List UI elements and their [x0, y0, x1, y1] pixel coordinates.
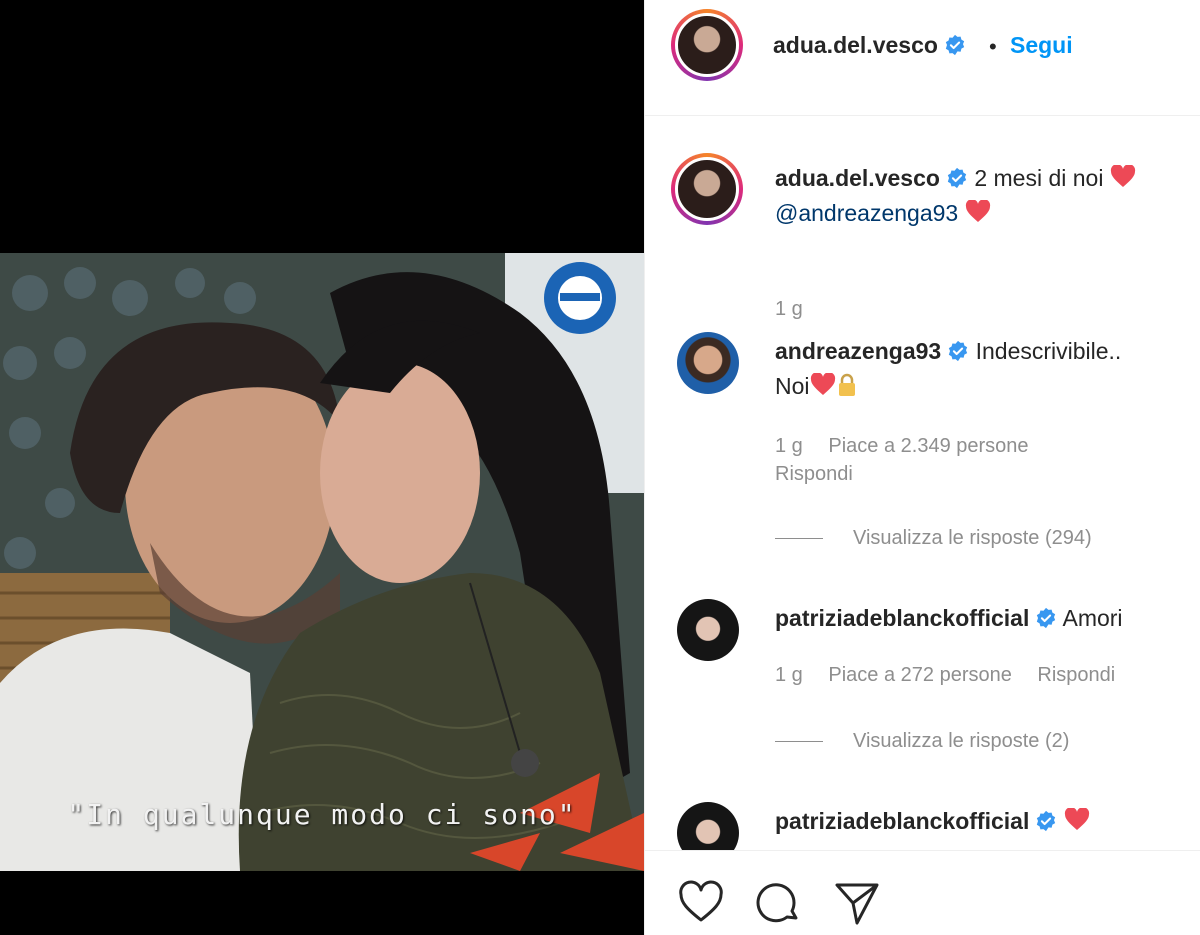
- comment-likes[interactable]: Piace a 272 persone: [828, 664, 1011, 686]
- comment-text: patriziadeblanckofficial: [775, 804, 1195, 839]
- replies-divider: [775, 741, 823, 743]
- comment-text: patriziadeblanckofficial Amori: [775, 605, 1123, 631]
- red-heart-icon: [1110, 165, 1135, 187]
- video-frame[interactable]: "In qualunque modo ci sono": [0, 253, 644, 871]
- view-replies-button[interactable]: Visualizza le risposte (2): [775, 730, 1069, 753]
- comment-avatar[interactable]: [677, 599, 739, 661]
- comment-icon[interactable]: [755, 879, 803, 927]
- avatar[interactable]: [671, 9, 743, 81]
- verified-icon: [947, 167, 967, 189]
- reply-button[interactable]: Rispondi: [1037, 664, 1115, 686]
- comment-time[interactable]: 1 g: [775, 664, 803, 686]
- lock-icon: [838, 373, 855, 396]
- view-replies-button[interactable]: Visualizza le risposte (294): [775, 527, 1092, 550]
- comment-text: andreazenga93 Indescrivibile.. Noi: [775, 338, 1122, 399]
- heart-icon[interactable]: [677, 879, 725, 927]
- comments-list[interactable]: adua.del.vesco 2 mesi di noi @andreazeng…: [645, 117, 1200, 850]
- separator-dot: •: [989, 34, 997, 59]
- reply-button[interactable]: Rispondi: [775, 463, 853, 485]
- share-icon[interactable]: [833, 879, 881, 927]
- mention-link[interactable]: @andreazenga93: [775, 200, 958, 226]
- post-header: adua.del.vesco • Segui: [645, 0, 1200, 116]
- caption-text: adua.del.vesco 2 mesi di noi @andreazeng…: [775, 161, 1185, 231]
- comment-meta: 1 g Piace a 2.349 persone Rispondi: [775, 432, 1175, 488]
- verified-icon: [945, 34, 965, 56]
- comment-username[interactable]: andreazenga93: [775, 338, 941, 364]
- caption-username[interactable]: adua.del.vesco: [775, 165, 940, 191]
- caption-avatar[interactable]: [671, 153, 743, 225]
- comment-time[interactable]: 1 g: [775, 435, 803, 457]
- red-heart-icon: [1064, 808, 1089, 830]
- video-subtitle: "In qualunque modo ci sono": [67, 798, 577, 831]
- caption-time[interactable]: 1 g: [775, 298, 803, 320]
- comment-avatar[interactable]: [677, 802, 739, 850]
- post-media[interactable]: "In qualunque modo ci sono": [0, 0, 644, 935]
- comment-likes[interactable]: Piace a 2.349 persone: [828, 435, 1028, 457]
- post-side-panel: adua.del.vesco • Segui adua.del.vesco 2 …: [644, 0, 1200, 935]
- replies-divider: [775, 538, 823, 540]
- comment-username[interactable]: patriziadeblanckofficial: [775, 605, 1029, 631]
- follow-button[interactable]: Segui: [1010, 32, 1073, 59]
- caption-meta: 1 g: [775, 295, 823, 323]
- comment-avatar[interactable]: [677, 332, 739, 394]
- verified-icon: [1037, 607, 1056, 629]
- video-still: [0, 253, 644, 871]
- red-heart-icon: [965, 200, 990, 222]
- comment-username[interactable]: patriziadeblanckofficial: [775, 808, 1029, 834]
- action-bar: [645, 850, 1200, 935]
- verified-icon: [1037, 810, 1056, 832]
- header-username[interactable]: adua.del.vesco: [773, 32, 966, 59]
- verified-icon: [949, 340, 968, 362]
- comment-meta: 1 g Piace a 272 persone Rispondi: [775, 661, 1195, 689]
- red-heart-icon: [810, 373, 835, 395]
